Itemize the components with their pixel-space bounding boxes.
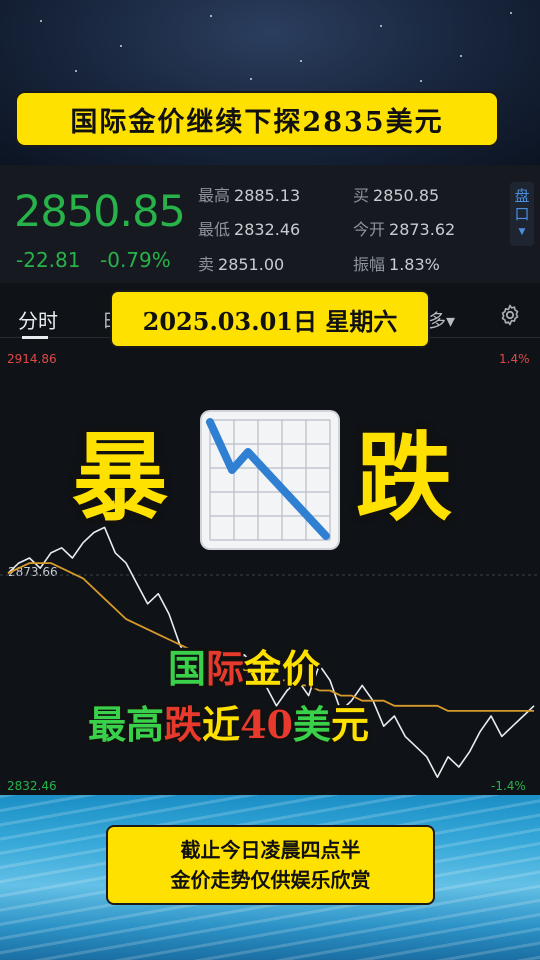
overlay-line-2-char: 高 <box>126 702 165 747</box>
tab-active-indicator <box>22 336 48 339</box>
stat-amplitude: 振幅 1.83% <box>353 255 440 274</box>
bottom-banner-line-2: 金价走势仅供娱乐欣赏 <box>170 868 371 892</box>
overlay-line-1-char: 金 <box>244 646 283 691</box>
overlay-line-2-char: 最 <box>88 702 127 747</box>
axis-max-price: 2914.86 <box>7 352 57 366</box>
settings-gear-icon[interactable] <box>498 303 522 327</box>
chart-decreasing-icon <box>202 412 338 548</box>
axis-max-pct: 1.4% <box>499 352 530 366</box>
overlay-line-1-char: 国 <box>168 646 207 691</box>
date-banner: 2025.03.01日 星期六 <box>112 292 428 346</box>
price-change: -22.81 <box>16 248 81 272</box>
stat-buy: 买 2850.85 <box>353 186 440 205</box>
overlay-line-2-char: 跌 <box>164 702 203 747</box>
last-price: 2850.85 <box>14 187 186 237</box>
order-book-label-2: 口 <box>514 205 530 223</box>
overlay-line-1-char: 际 <box>206 646 245 691</box>
overlay-char-left: 暴 <box>72 421 168 534</box>
overlay-line-1: 国际金价 <box>168 650 320 688</box>
tab-more[interactable]: 多▾ <box>428 307 455 333</box>
overlay-line-2-char: 近 <box>202 702 241 747</box>
stat-sell: 卖 2851.00 <box>198 255 285 274</box>
overlay-char-right: 跌 <box>356 421 452 534</box>
bottom-banner: 截止今日凌晨四点半 金价走势仅供娱乐欣赏 <box>108 827 433 903</box>
bottom-banner-line-1: 截止今日凌晨四点半 <box>180 838 361 862</box>
overlay-line-2-char: 元 <box>330 702 369 747</box>
overlay-line-2: 最高跌近40美元 <box>88 706 369 744</box>
price-change-pct: -0.79% <box>100 248 171 272</box>
stat-high: 最高 2885.13 <box>198 186 301 205</box>
title-banner: 国际金价继续下探2835美元 <box>17 93 497 145</box>
order-book-toggle[interactable]: 盘 口 ▼ <box>510 182 534 246</box>
overlay-line-2-char: 40 <box>240 702 293 747</box>
tab-intraday[interactable]: 分时 <box>18 305 58 334</box>
order-book-label-1: 盘 <box>514 187 530 205</box>
stat-low: 最低 2832.46 <box>198 220 301 239</box>
overlay-line-2-char: 美 <box>292 702 331 747</box>
overlay-line-1-char: 价 <box>282 646 321 691</box>
caret-down-icon: ▼ <box>518 227 526 237</box>
quote-header: 2850.85 -22.81 -0.79% 最高 2885.13 最低 2832.4… <box>0 165 540 283</box>
stat-open: 今开 2873.62 <box>353 220 456 239</box>
